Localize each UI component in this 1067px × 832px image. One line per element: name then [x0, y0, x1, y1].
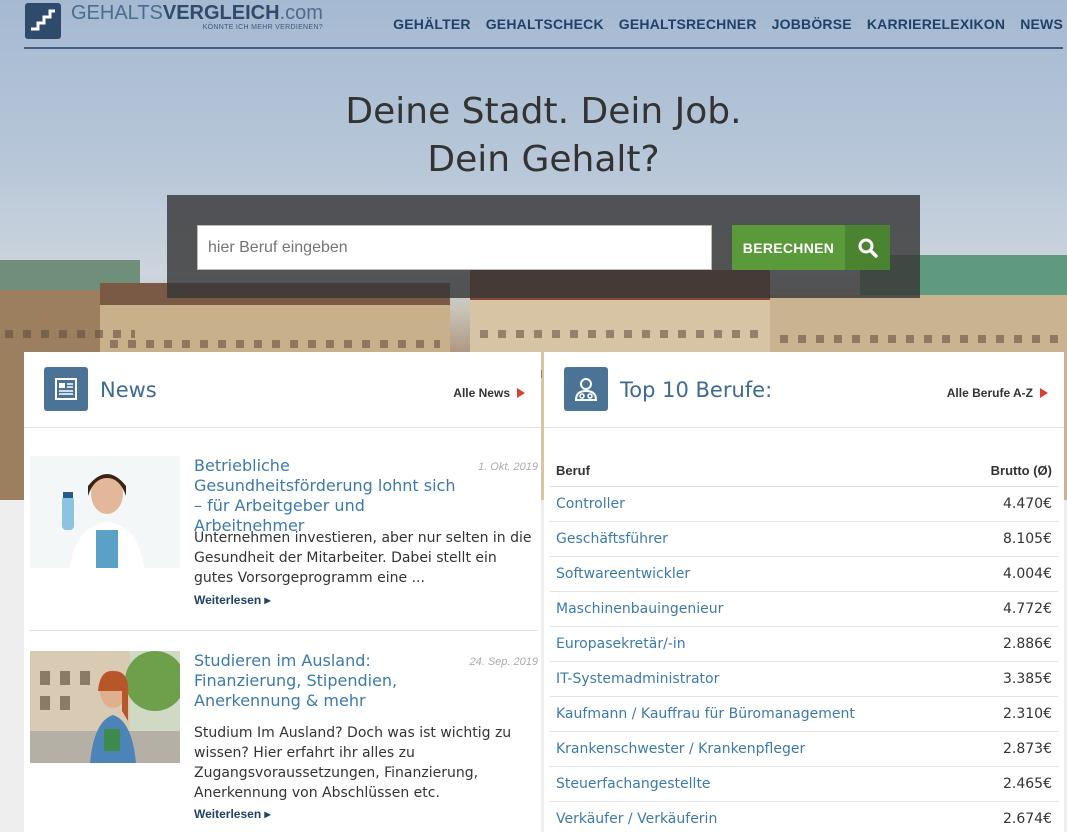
job-search-input[interactable]	[197, 225, 712, 270]
nav-gehaltsrechner[interactable]: GEHALTSRECHNER	[619, 16, 757, 32]
news-divider	[30, 630, 538, 631]
all-jobs-label: Alle Berufe A-Z	[946, 386, 1033, 400]
main-nav: GEHÄLTER GEHALTSCHECK GEHALTSRECHNER JOB…	[393, 16, 1063, 32]
table-row[interactable]: Krankenschwester / Krankenpfleger 2.873€	[550, 731, 1058, 767]
table-row[interactable]: Kaufmann / Kauffrau für Büromanagement 2.…	[550, 696, 1058, 732]
hero-line-2: Dein Gehalt?	[427, 139, 660, 180]
logo-tagline: KÖNNTE ICH MEHR VERDIENEN?	[202, 24, 323, 31]
job-link[interactable]: IT-Systemadministrator	[550, 661, 961, 697]
news-item-date: 24. Sep. 2019	[469, 656, 538, 668]
top-jobs-table: Beruf Brutto (Ø) Controller 4.470€ Geschä…	[550, 456, 1058, 832]
search-panel: BERECHNEN	[167, 195, 920, 298]
news-item-text: Studium Im Ausland? Doch was ist wichtig…	[194, 725, 512, 801]
news-title: News	[100, 378, 157, 402]
column-header-gross: Brutto (Ø)	[960, 456, 1058, 487]
nav-jobboerse[interactable]: JOBBÖRSE	[772, 16, 852, 32]
gross-salary: 2.674€	[960, 801, 1058, 832]
top-jobs-panel-header: Top 10 Berufe: Alle Berufe A-Z	[544, 352, 1064, 428]
site-logo[interactable]: GEHALTSVERGLEICH.com KÖNNTE ICH MEHR VER…	[25, 3, 323, 39]
table-row[interactable]: IT-Systemadministrator 3.385€	[550, 661, 1058, 697]
gross-salary: 4.470€	[960, 486, 1058, 522]
news-panel: News Alle News Betriebliche Gesundheitsf…	[24, 352, 541, 832]
job-link[interactable]: Maschinenbauingenieur	[550, 591, 961, 627]
calculate-button[interactable]: BERECHNEN	[732, 225, 890, 270]
logo-brand-tld: .com	[279, 2, 323, 24]
news-item-title[interactable]: Betriebliche Gesundheitsförderung lohnt …	[194, 456, 464, 536]
table-header-row: Beruf Brutto (Ø)	[550, 456, 1058, 487]
news-image-student[interactable]	[30, 651, 180, 763]
job-link[interactable]: Controller	[550, 486, 961, 522]
nav-news[interactable]: NEWS	[1020, 16, 1063, 32]
logo-brand-light: GEHALTS	[71, 2, 163, 24]
job-link[interactable]: Kaufmann / Kauffrau für Büromanagement	[550, 696, 961, 732]
nav-gehaelter[interactable]: GEHÄLTER	[393, 16, 471, 32]
job-link[interactable]: Steuerfachangestellte	[550, 766, 961, 802]
table-row[interactable]: Steuerfachangestellte 2.465€	[550, 766, 1058, 802]
gross-salary: 2.310€	[960, 696, 1058, 732]
read-more-link[interactable]: Weiterlesen ▸	[194, 807, 271, 821]
table-row[interactable]: Controller 4.470€	[550, 486, 1058, 522]
stairs-logo-icon	[25, 3, 61, 39]
gross-salary: 2.465€	[960, 766, 1058, 802]
newspaper-icon	[44, 367, 88, 411]
gross-salary: 2.886€	[960, 626, 1058, 662]
nav-gehaltscheck[interactable]: GEHALTSCHECK	[486, 16, 604, 32]
all-jobs-link[interactable]: Alle Berufe A-Z	[947, 386, 1048, 400]
gross-salary: 4.004€	[960, 556, 1058, 592]
news-image-woman-bottle[interactable]	[30, 456, 180, 568]
arrow-right-icon	[517, 388, 525, 398]
doctor-icon	[564, 367, 608, 411]
table-row[interactable]: Europasekretär/-in 2.886€	[550, 626, 1058, 662]
table-row[interactable]: Maschinenbauingenieur 4.772€	[550, 591, 1058, 627]
table-row[interactable]: Softwareentwickler 4.004€	[550, 556, 1058, 592]
nav-karrierelexikon[interactable]: KARRIERELEXIKON	[867, 16, 1005, 32]
read-more-link[interactable]: Weiterlesen ▸	[194, 593, 271, 607]
site-header: GEHALTSVERGLEICH.com KÖNNTE ICH MEHR VER…	[0, 0, 1067, 50]
gross-salary: 4.772€	[960, 591, 1058, 627]
hero-line-1: Deine Stadt. Dein Job.	[345, 91, 742, 132]
hero-headline: Deine Stadt. Dein Job. Dein Gehalt?	[0, 88, 1067, 184]
job-link[interactable]: Krankenschwester / Krankenpfleger	[550, 731, 961, 767]
gross-salary: 3.385€	[960, 661, 1058, 697]
gross-salary: 2.873€	[960, 731, 1058, 767]
table-row[interactable]: Geschäftsführer 8.105€	[550, 521, 1058, 557]
gross-salary: 8.105€	[960, 521, 1058, 557]
job-link[interactable]: Geschäftsführer	[550, 521, 961, 557]
logo-brand-bold: VERGLEICH	[162, 2, 280, 24]
top-jobs-panel: Top 10 Berufe: Alle Berufe A-Z Beruf Bru…	[544, 352, 1064, 832]
job-link[interactable]: Verkäufer / Verkäuferin	[550, 801, 961, 832]
arrow-right-icon	[1040, 388, 1048, 398]
job-link[interactable]: Softwareentwickler	[550, 556, 961, 592]
table-row[interactable]: Verkäufer / Verkäuferin 2.674€	[550, 801, 1058, 832]
top-jobs-title: Top 10 Berufe:	[620, 378, 773, 402]
news-item-title[interactable]: Studieren im Ausland: Finanzierung, Stip…	[194, 651, 464, 711]
column-header-job: Beruf	[550, 456, 961, 487]
news-item-text: Unternehmen investieren, aber nur selten…	[194, 530, 532, 586]
job-link[interactable]: Europasekretär/-in	[550, 626, 961, 662]
all-news-label: Alle News	[453, 386, 510, 400]
news-item-date: 1. Okt. 2019	[478, 461, 538, 473]
all-news-link[interactable]: Alle News	[453, 386, 525, 400]
calculate-button-label: BERECHNEN	[732, 225, 845, 270]
header-divider	[24, 47, 1063, 49]
news-panel-header: News Alle News	[24, 352, 541, 428]
search-icon	[845, 225, 890, 270]
